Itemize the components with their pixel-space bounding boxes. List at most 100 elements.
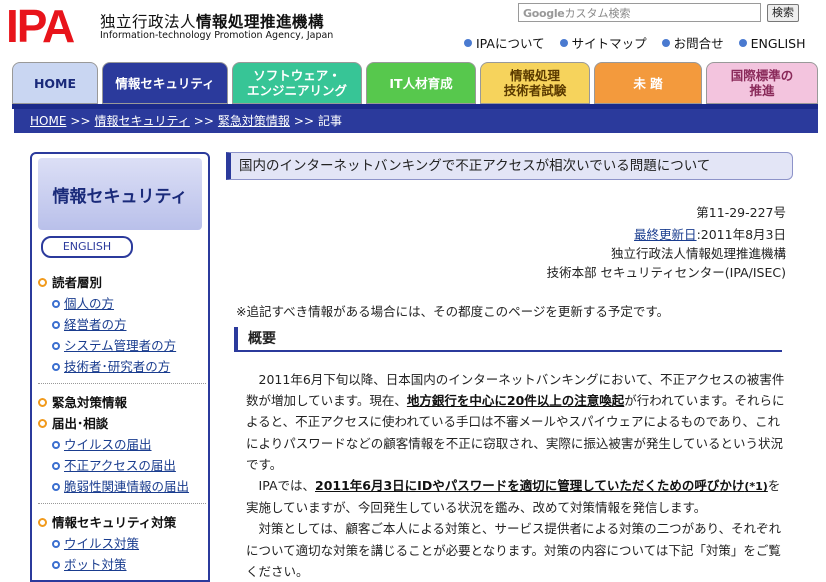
sidebar-link[interactable]: 技術者･研究者の方: [64, 359, 170, 374]
bullet-icon: [738, 39, 747, 47]
breadcrumb-emergency[interactable]: 緊急対策情報: [218, 114, 290, 128]
breadcrumb-current: 記事: [318, 114, 343, 128]
sidebar-section-reports[interactable]: 届出･相談: [38, 413, 206, 434]
sidebar-link[interactable]: ウイルス対策: [64, 536, 139, 551]
google-brand: Google: [523, 7, 565, 20]
sidebar-link[interactable]: ウイルスの届出: [64, 437, 152, 452]
sidebar-item-unauthorized-access-report[interactable]: 不正アクセスの届出: [38, 455, 206, 476]
tab-label: IT人材育成: [389, 75, 453, 91]
org-name-japanese: 独立行政法人情報処理推進機構: [100, 10, 324, 32]
sidebar-link[interactable]: ボット対策: [64, 557, 127, 572]
search-input[interactable]: Googleカスタム検索: [518, 3, 761, 22]
orange-bullet-icon: [38, 518, 47, 527]
sidebar-link[interactable]: 個人の方: [64, 296, 114, 311]
tab-security[interactable]: 情報セキュリティ: [102, 62, 228, 104]
util-link-label: お問合せ: [673, 36, 724, 51]
update-notice: ※追記すべき情報がある場合には、その都度このページを更新する予定です。: [236, 304, 670, 319]
section-label: 読者層別: [52, 275, 103, 290]
util-link-label: サイトマップ: [571, 36, 647, 51]
breadcrumb-separator: >>: [293, 114, 315, 128]
main-nav-tabs: HOME 情報セキュリティ ソフトウェア・ エンジニアリング IT人材育成 情報…: [12, 62, 818, 105]
section-label: 届出･相談: [52, 416, 109, 431]
blue-bullet-icon: [52, 483, 60, 491]
sidebar-english-button[interactable]: ENGLISH: [41, 236, 133, 258]
sidebar-item-individuals[interactable]: 個人の方: [38, 293, 206, 314]
sidebar-item-bot-countermeasures[interactable]: ボット対策: [38, 554, 206, 575]
tab-international-standards[interactable]: 国際標準の 推進: [706, 62, 818, 104]
sidebar-link[interactable]: 脆弱性関連情報の届出: [64, 479, 189, 494]
tab-mitou[interactable]: 未 踏: [594, 62, 702, 104]
section-label: 情報セキュリティ対策: [52, 515, 177, 530]
utility-links: IPAについて サイトマップ お問合せ ENGLISH: [464, 33, 806, 52]
p2-footnote-link[interactable]: (*1): [744, 480, 767, 493]
last-updated-link[interactable]: 最終更新日: [634, 227, 697, 242]
breadcrumb-separator: >>: [193, 114, 214, 128]
ipa-logo[interactable]: IPA: [6, 4, 92, 46]
sidebar-title: 情報セキュリティ: [38, 158, 202, 230]
logo-text: IPA: [6, 4, 74, 46]
tab-label: HOME: [33, 75, 77, 91]
paragraph-3: 対策としては、顧客ご本人による対策と、サービス提供者による対策の二つがあり、それ…: [246, 518, 786, 582]
tab-label: 情報セキュリティ: [115, 75, 215, 91]
sidebar-item-engineers[interactable]: 技術者･研究者の方: [38, 356, 206, 377]
orange-bullet-icon: [38, 398, 47, 407]
sidebar-link[interactable]: システム管理者の方: [64, 338, 176, 353]
util-link-contact[interactable]: お問合せ: [661, 36, 724, 51]
sidebar-link[interactable]: 経営者の方: [64, 317, 127, 332]
blue-bullet-icon: [52, 321, 60, 329]
bullet-icon: [559, 39, 568, 47]
sidebar-section-countermeasures[interactable]: 情報セキュリティ対策: [38, 512, 206, 533]
tab-it-exam[interactable]: 情報処理 技術者試験: [480, 62, 590, 104]
section-label: 緊急対策情報: [52, 395, 128, 410]
sidebar-item-sysadmins[interactable]: システム管理者の方: [38, 335, 206, 356]
tab-it-human-resources[interactable]: IT人材育成: [366, 62, 476, 104]
breadcrumb-separator: >>: [70, 114, 91, 128]
tab-label: ソフトウェア・ エンジニアリング: [246, 68, 347, 98]
blue-bullet-icon: [52, 540, 60, 548]
p2-link[interactable]: 2011年6月3日にIDやパスワードを適切に管理していただくための呼びかけ: [315, 478, 744, 493]
util-link-about[interactable]: IPAについて: [464, 36, 545, 51]
tab-label: 国際標準の 推進: [730, 68, 794, 98]
tab-software-engineering[interactable]: ソフトウェア・ エンジニアリング: [232, 62, 362, 104]
overview-body: 2011年6月下旬以降、日本国内のインターネットバンキングにおいて、不正アクセス…: [246, 369, 786, 582]
tab-home[interactable]: HOME: [12, 62, 98, 104]
org-name-english: Information-technology Promotion Agency,…: [100, 30, 334, 41]
blue-bullet-icon: [52, 363, 60, 371]
search-button[interactable]: 検索: [767, 4, 799, 22]
sidebar-item-virus-report[interactable]: ウイルスの届出: [38, 434, 206, 455]
sidebar-nav: 読者層別 個人の方 経営者の方 システム管理者の方 技術者･研究者の方 緊急対策…: [38, 272, 206, 575]
p1-emphasis: 地方銀行を中心に20件以上の注意喚起: [406, 393, 625, 409]
paragraph-1: 2011年6月下旬以降、日本国内のインターネットバンキングにおいて、不正アクセス…: [246, 369, 786, 475]
bullet-icon: [464, 39, 472, 47]
orange-bullet-icon: [38, 419, 47, 428]
p3-text: 対策としては、顧客ご本人による対策と、サービス提供者による対策の二つがあり、それ…: [246, 521, 782, 579]
orange-bullet-icon: [38, 278, 47, 287]
breadcrumb-security[interactable]: 情報セキュリティ: [95, 114, 190, 128]
sidebar-section-audience: 読者層別: [38, 272, 206, 293]
breadcrumb-home[interactable]: HOME: [30, 114, 66, 128]
sidebar: 情報セキュリティ ENGLISH 読者層別 個人の方 経営者の方 システム管理者…: [30, 152, 210, 582]
page-title: 国内のインターネットバンキングで不正アクセスが相次いでいる問題について: [226, 152, 793, 180]
last-updated: 最終更新日:2011年8月3日: [634, 224, 786, 243]
blue-bullet-icon: [52, 300, 60, 308]
tab-label: 情報処理 技術者試験: [503, 68, 567, 98]
util-link-english[interactable]: ENGLISH: [738, 36, 806, 51]
document-number: 第11-29-227号: [696, 205, 786, 220]
sidebar-divider: [38, 383, 206, 385]
section-heading-overview: 概要: [234, 327, 782, 352]
sidebar-link[interactable]: 不正アクセスの届出: [64, 458, 176, 473]
last-updated-value: :2011年8月3日: [696, 227, 786, 242]
sidebar-divider: [38, 503, 206, 505]
sidebar-item-executives[interactable]: 経営者の方: [38, 314, 206, 335]
paragraph-2: IPAでは、2011年6月3日にIDやパスワードを適切に管理していただくための呼…: [246, 475, 786, 518]
sidebar-section-emergency[interactable]: 緊急対策情報: [38, 392, 206, 413]
tab-label: 未 踏: [633, 75, 663, 91]
publisher-org: 独立行政法人情報処理推進機構: [610, 246, 786, 261]
util-link-sitemap[interactable]: サイトマップ: [559, 36, 647, 51]
util-link-label: IPAについて: [476, 36, 545, 51]
sidebar-item-virus-countermeasures[interactable]: ウイルス対策: [38, 533, 206, 554]
sidebar-item-vulnerability-report[interactable]: 脆弱性関連情報の届出: [38, 476, 206, 497]
breadcrumb: HOME >> 情報セキュリティ >> 緊急対策情報 >> 記事: [14, 109, 818, 133]
search-placeholder: カスタム検索: [564, 7, 631, 20]
org-prefix: 独立行政法人: [100, 13, 197, 31]
